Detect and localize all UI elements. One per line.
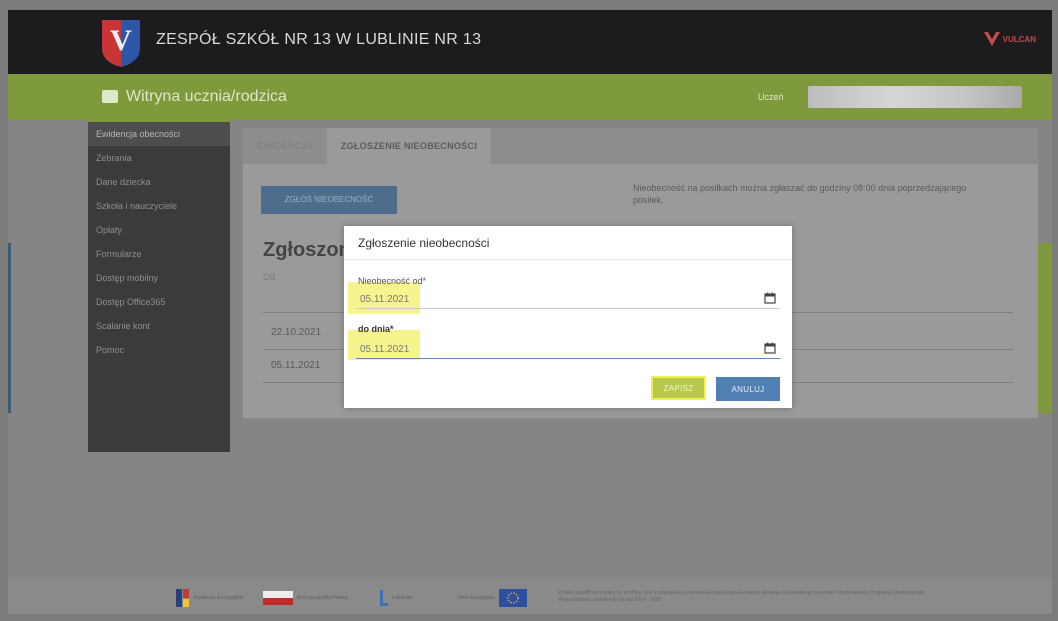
sidebar-item-zebrania[interactable]: Zebrania — [88, 146, 230, 170]
table-header-od: Od — [263, 272, 276, 282]
sidebar: Ewidencja obecności Zebrania Dane dzieck… — [88, 120, 230, 452]
logo-lubelskie-text: Lubelskie — [392, 595, 414, 601]
table-row-date: 05.11.2021 — [271, 360, 321, 371]
dialog-title: Zgłoszenie nieobecności — [358, 236, 490, 250]
right-accent — [1038, 243, 1052, 413]
section-heading: Zgłoszon — [263, 239, 351, 261]
user-label: Uczeń — [758, 92, 784, 102]
school-crest-icon: V — [102, 20, 140, 67]
sidebar-item-dane-dziecka[interactable]: Dane dziecka — [88, 170, 230, 194]
sidebar-item-szkola[interactable]: Szkoła i nauczyciele — [88, 194, 230, 218]
polish-flag-icon — [263, 591, 293, 605]
vulcan-brand: VULCAN — [1002, 34, 1036, 44]
absence-dialog: Zgłoszenie nieobecności Nieobecność od* … — [344, 226, 792, 408]
sidebar-item-pomoc[interactable]: Pomoc — [88, 338, 230, 362]
fundusze-icon — [176, 589, 189, 607]
sidebar-item-dostep-mobilny[interactable]: Dostęp mobilny — [88, 266, 230, 290]
top-header: V ZESPÓŁ SZKÓŁ NR 13 W LUBLINIE NR 13 VU… — [8, 10, 1052, 74]
logo-ue: Unia Europejska — [458, 588, 527, 608]
logo-ue-text: Unia Europejska — [458, 595, 495, 601]
tab-ewidencja[interactable]: EWIDENCJA — [243, 128, 327, 164]
vulcan-icon — [983, 32, 1000, 46]
logo-fundusze-text: Fundusze Europejskie — [194, 595, 244, 601]
sidebar-item-oplaty[interactable]: Opłaty — [88, 218, 230, 242]
from-label: Nieobecność od* — [358, 276, 427, 286]
logo-lubelskie: Lubelskie — [378, 588, 413, 608]
footer-text: Projekt współfinansowany ze środków Unii… — [558, 590, 925, 603]
from-date-input[interactable] — [356, 290, 780, 309]
sidebar-item-ewidencja[interactable]: Ewidencja obecności — [88, 120, 230, 146]
chat-icon — [102, 90, 118, 103]
report-absence-button[interactable]: ZGŁOŚ NIEOBECNOŚĆ — [261, 186, 397, 214]
logo-polska: Rzeczpospolita Polska — [263, 588, 347, 608]
portal-title: Witryna ucznia/rodzica — [126, 88, 287, 105]
sidebar-item-scalanie-kont[interactable]: Scalanie kont — [88, 314, 230, 338]
left-accent — [8, 243, 11, 413]
footer: Fundusze Europejskie Rzeczpospolita Pols… — [8, 580, 1052, 614]
to-label: do dnia* — [358, 324, 394, 334]
school-title: ZESPÓŁ SZKÓŁ NR 13 W LUBLINIE NR 13 — [156, 31, 482, 48]
eu-flag-icon — [498, 589, 527, 607]
crest-letter: V — [110, 24, 132, 57]
to-date-input[interactable] — [356, 340, 780, 359]
calendar-icon[interactable] — [764, 342, 776, 354]
tab-zgloszenie[interactable]: ZGŁOSZENIE NIEOBECNOŚCI — [326, 128, 492, 164]
portal-bar: Witryna ucznia/rodzica Uczeń — [8, 74, 1052, 120]
dialog-divider — [344, 259, 792, 260]
sidebar-item-office365[interactable]: Dostęp Office365 — [88, 290, 230, 314]
logo-polska-text: Rzeczpospolita Polska — [297, 595, 348, 601]
save-button[interactable]: ZAPISZ — [651, 376, 706, 400]
user-select[interactable] — [808, 86, 1022, 108]
cancel-button[interactable]: ANULUJ — [716, 377, 780, 401]
info-text: Nieobecność na posiłkach można zgłaszać … — [633, 183, 967, 205]
logo-fundusze: Fundusze Europejskie — [176, 588, 243, 608]
table-row-date: 22.10.2021 — [271, 327, 322, 338]
tab-bar: EWIDENCJA ZGŁOSZENIE NIEOBECNOŚCI — [243, 128, 492, 164]
calendar-icon[interactable] — [764, 292, 776, 304]
vulcan-logo[interactable]: VULCAN — [983, 32, 1036, 46]
lubelskie-icon — [380, 590, 388, 606]
sidebar-item-formularze[interactable]: Formularze — [88, 242, 230, 266]
